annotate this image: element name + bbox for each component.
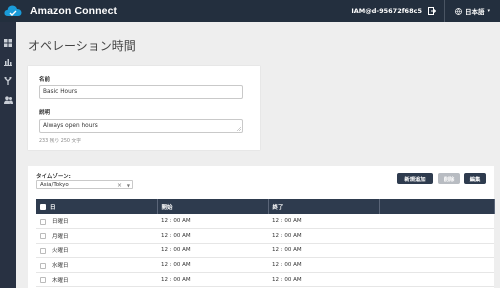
details-card: 名前 Basic Hours 説明 Always open hours 233 … xyxy=(28,66,260,150)
day-label: 日曜日 xyxy=(52,219,69,226)
empty-cell xyxy=(379,228,494,244)
chevron-down-icon: ▾ xyxy=(487,8,490,14)
day-label: 水曜日 xyxy=(52,263,69,270)
row-checkbox[interactable] xyxy=(40,277,46,284)
empty-cell xyxy=(379,272,494,288)
add-button[interactable]: 新規追加 xyxy=(397,173,433,184)
row-checkbox[interactable] xyxy=(40,233,46,240)
table-row[interactable]: 火曜日 12 : 00 AM 12 : 00 AM xyxy=(36,243,494,259)
schedule-card: タイムゾーン: Asia/Tokyo × ▼ 新規追加 削除 編集 日 開始 終… xyxy=(28,166,495,288)
sidebar xyxy=(0,22,16,288)
language-label: 日本語 xyxy=(464,8,485,16)
row-checkbox[interactable] xyxy=(40,262,46,269)
end-cell: 12 : 00 AM xyxy=(268,214,379,230)
start-cell: 12 : 00 AM xyxy=(157,214,268,230)
end-cell: 12 : 00 AM xyxy=(268,257,379,273)
day-cell: 水曜日 xyxy=(36,257,157,273)
table-row[interactable]: 月曜日 12 : 00 AM 12 : 00 AM xyxy=(36,228,494,244)
character-count-hint: 233 残り 250 文字 xyxy=(39,139,82,144)
delete-button[interactable]: 削除 xyxy=(438,173,460,184)
empty-cell xyxy=(379,214,494,230)
table-row[interactable]: 木曜日 12 : 00 AM 12 : 00 AM xyxy=(36,272,494,288)
start-cell: 12 : 00 AM xyxy=(157,272,268,288)
column-header-day[interactable]: 日 xyxy=(36,199,158,214)
column-header-start[interactable]: 開始 xyxy=(157,199,269,214)
column-header-end[interactable]: 終了 xyxy=(268,199,380,214)
column-day-label: 日 xyxy=(50,204,56,211)
table-row[interactable]: 日曜日 12 : 00 AM 12 : 00 AM xyxy=(36,214,494,230)
resize-handle-icon[interactable] xyxy=(237,127,241,131)
name-label: 名前 xyxy=(39,77,51,83)
chevron-down-icon[interactable]: ▼ xyxy=(127,183,130,188)
column-header-empty xyxy=(379,199,495,214)
end-cell: 12 : 00 AM xyxy=(268,228,379,244)
description-label: 説明 xyxy=(39,110,51,116)
description-textarea[interactable]: Always open hours xyxy=(39,119,243,133)
timezone-value: Asia/Tokyo xyxy=(40,181,69,188)
user-name: IAM@d-95672f68c5 xyxy=(351,7,422,15)
day-cell: 日曜日 xyxy=(36,214,157,230)
start-cell: 12 : 00 AM xyxy=(157,257,268,273)
row-checkbox[interactable] xyxy=(40,218,46,225)
start-cell: 12 : 00 AM xyxy=(157,243,268,259)
logout-icon[interactable] xyxy=(426,0,438,22)
top-bar: Amazon Connect IAM@d-95672f68c5 日本語 ▾ xyxy=(0,0,500,22)
day-label: 木曜日 xyxy=(52,277,69,284)
day-cell: 木曜日 xyxy=(36,272,157,288)
table-header-row: 日 開始 終了 xyxy=(36,199,495,214)
clear-icon[interactable]: × xyxy=(117,182,122,189)
empty-cell xyxy=(379,257,494,273)
start-cell: 12 : 00 AM xyxy=(157,228,268,244)
end-cell: 12 : 00 AM xyxy=(268,243,379,259)
timezone-select[interactable]: Asia/Tokyo × ▼ xyxy=(36,180,133,189)
page-title: オペレーション時間 xyxy=(28,39,136,53)
select-all-checkbox[interactable] xyxy=(40,204,46,210)
amazon-connect-logo-icon[interactable] xyxy=(2,0,24,22)
dashboard-icon[interactable] xyxy=(3,38,13,48)
name-input[interactable]: Basic Hours xyxy=(39,85,243,99)
timezone-label: タイムゾーン: xyxy=(36,174,71,180)
edit-button[interactable]: 編集 xyxy=(464,173,486,184)
empty-cell xyxy=(379,243,494,259)
day-cell: 火曜日 xyxy=(36,243,157,259)
description-value: Always open hours xyxy=(43,123,98,129)
table-row[interactable]: 水曜日 12 : 00 AM 12 : 00 AM xyxy=(36,257,494,273)
app-title[interactable]: Amazon Connect xyxy=(30,5,117,17)
metrics-icon[interactable] xyxy=(3,57,13,67)
end-cell: 12 : 00 AM xyxy=(268,272,379,288)
routing-icon[interactable] xyxy=(3,76,13,86)
day-label: 火曜日 xyxy=(52,248,69,255)
users-icon[interactable] xyxy=(3,95,13,105)
language-selector[interactable]: 日本語 ▾ xyxy=(445,6,500,16)
row-checkbox[interactable] xyxy=(40,247,46,254)
globe-icon xyxy=(455,7,462,15)
day-label: 月曜日 xyxy=(52,233,69,240)
day-cell: 月曜日 xyxy=(36,228,157,244)
hours-table: 日 開始 終了 日曜日 12 : 00 AM 12 : 00 AM 月曜日 12… xyxy=(36,199,495,288)
